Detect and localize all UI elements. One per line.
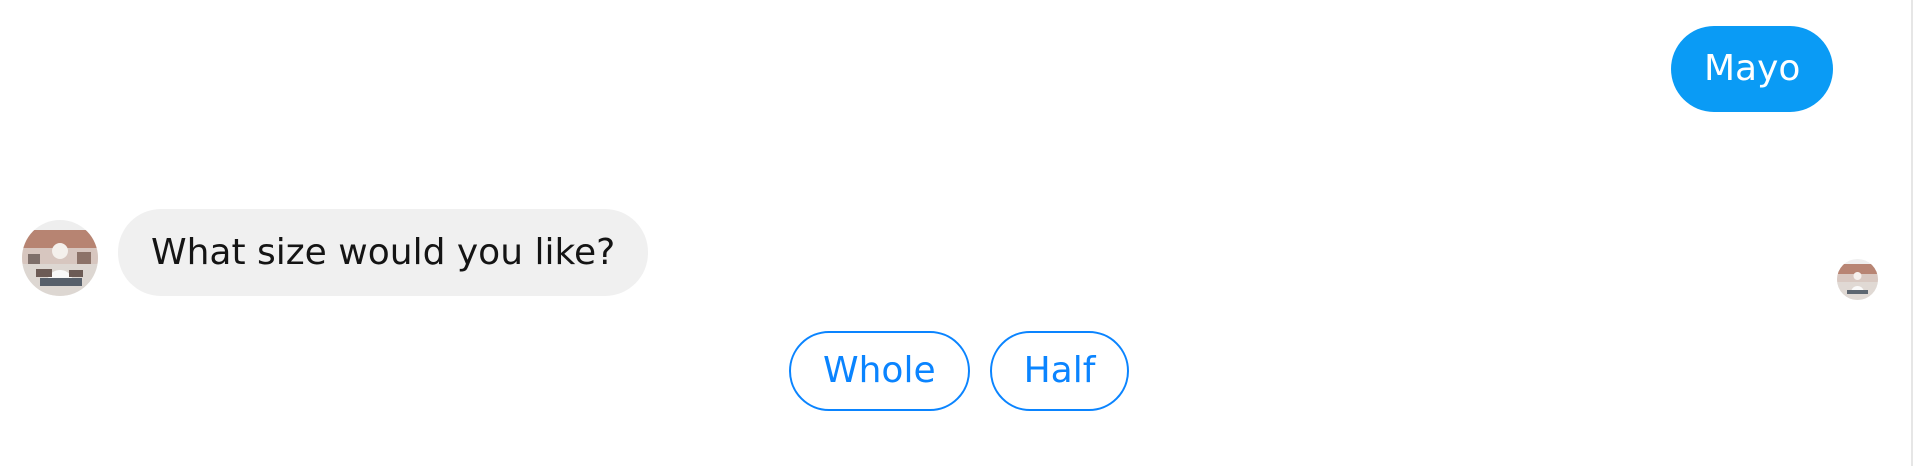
seen-avatar-icon — [1837, 259, 1878, 300]
chat-thread: Mayo What size would you like? Whole Hal… — [0, 0, 1913, 466]
quick-reply-half[interactable]: Half — [989, 331, 1130, 411]
profile-photo-icon — [22, 220, 98, 296]
incoming-message-bubble: What size would you like? — [118, 209, 649, 296]
quick-reply-whole[interactable]: Whole — [789, 331, 970, 411]
outgoing-message-bubble: Mayo — [1671, 26, 1834, 112]
quick-replies: Whole Half — [789, 331, 1130, 411]
